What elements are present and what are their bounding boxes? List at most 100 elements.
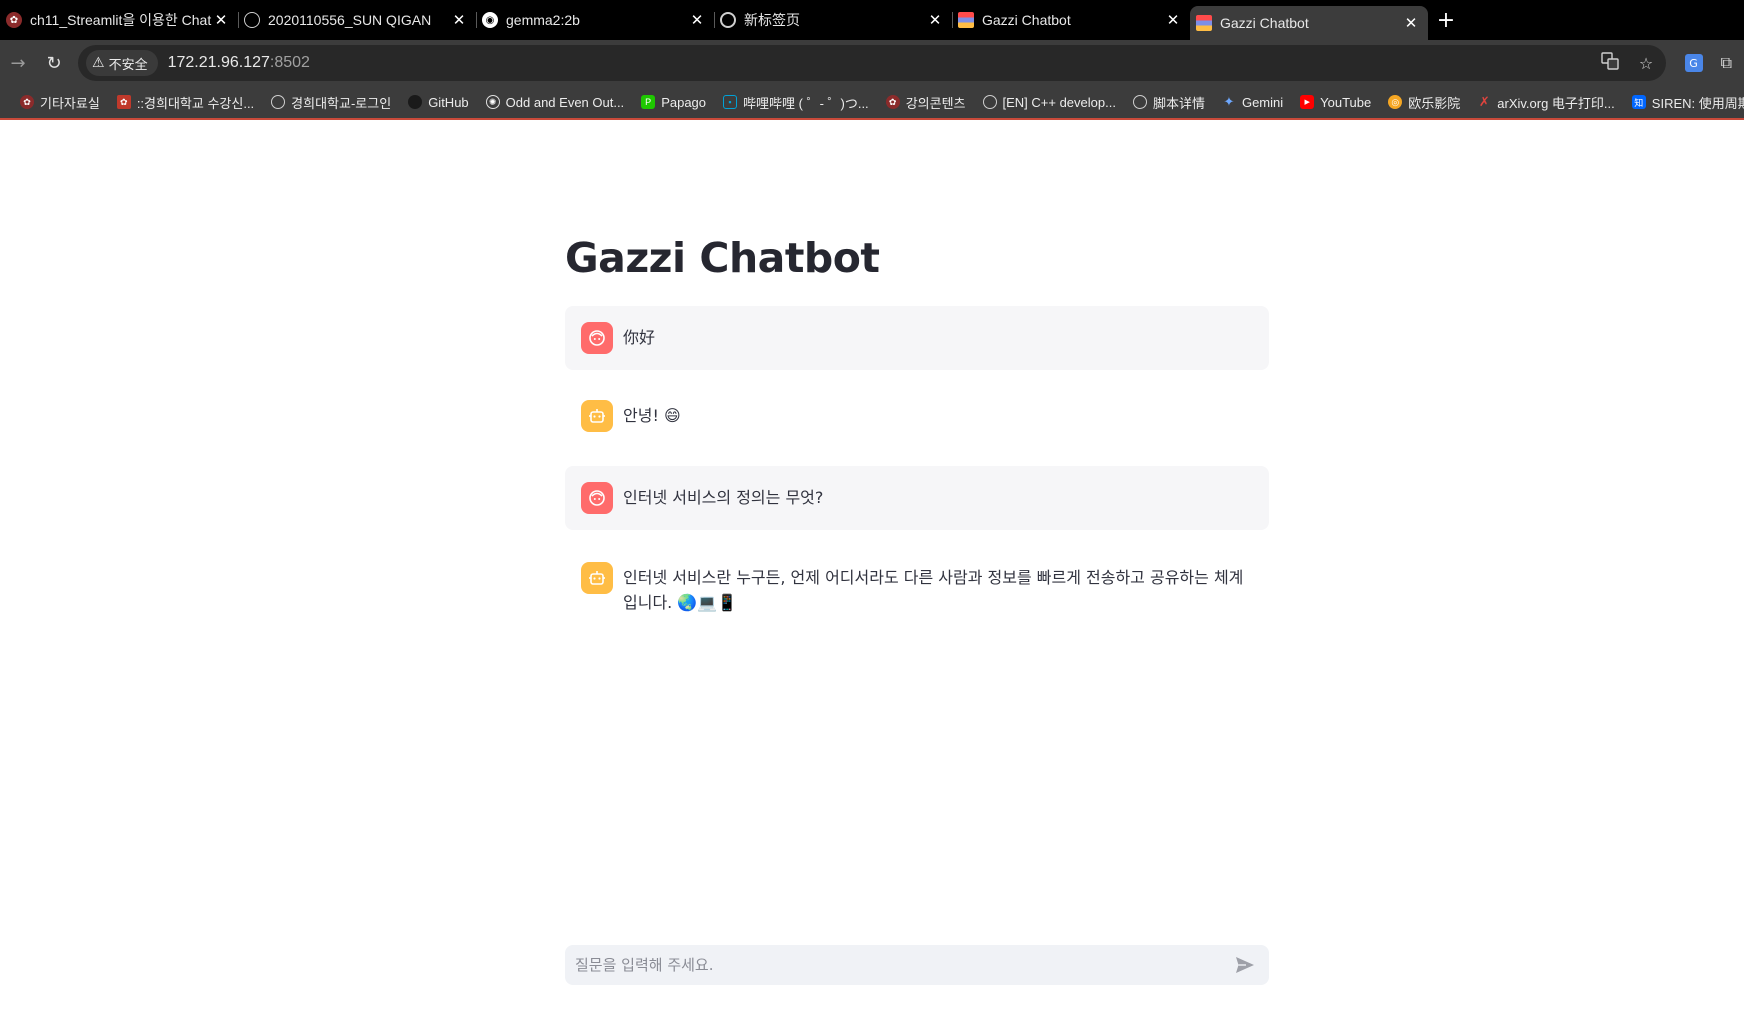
new-tab-button[interactable]: + bbox=[1428, 0, 1464, 40]
openai-icon: ✺ bbox=[485, 95, 500, 109]
olevod-icon: ◎ bbox=[1388, 95, 1403, 109]
browser-tab[interactable]: ✿ ch11_Streamlit을 이용한 Chatb ✕ bbox=[0, 0, 238, 40]
bookmark-item[interactable]: ◎ 欧乐影院 bbox=[1388, 93, 1460, 112]
bookmark-label: 강의콘텐츠 bbox=[905, 95, 966, 111]
extensions-icon[interactable]: ⧉ bbox=[1721, 53, 1732, 73]
bookmark-item[interactable]: 경희대학교-로그인 bbox=[271, 93, 391, 112]
bookmark-item[interactable]: ▪ 哔哩哔哩 ( ゜- ゜)つ... bbox=[723, 93, 869, 112]
bookmark-label: SIREN: 使用周期激 bbox=[1651, 95, 1744, 111]
translate-extension-icon[interactable]: G bbox=[1684, 54, 1703, 72]
globe-icon bbox=[982, 95, 997, 109]
message-text: 你好 bbox=[623, 328, 656, 347]
tab-close-icon[interactable]: ✕ bbox=[926, 11, 944, 29]
bookmark-item[interactable]: ▶ YouTube bbox=[1300, 95, 1371, 110]
browser-tab-active[interactable]: Gazzi Chatbot ✕ bbox=[1190, 6, 1428, 40]
bookmark-item[interactable]: ✿ 강의콘텐츠 bbox=[885, 93, 966, 112]
security-chip[interactable]: ⚠ 不安全 bbox=[86, 50, 158, 76]
gemini-icon: ✦ bbox=[1223, 94, 1235, 109]
globe-icon bbox=[271, 95, 286, 109]
tab-strip: ✿ ch11_Streamlit을 이용한 Chatb ✕ 2020110556… bbox=[0, 0, 1744, 40]
tab-title: Gazzi Chatbot bbox=[1220, 15, 1309, 31]
bookmark-item[interactable]: ✗ arXiv.org 电子打印... bbox=[1477, 93, 1615, 112]
tab-close-icon[interactable]: ✕ bbox=[450, 11, 468, 29]
bookmarks-bar: ✿ 기타자료실 ✿::경희대학교 수강신... 경희대학교-로그인 GitHub … bbox=[0, 86, 1744, 120]
chat-message-user: 인터넷 서비스의 정의는 무엇? bbox=[565, 466, 1269, 530]
send-button[interactable] bbox=[1233, 953, 1257, 977]
page-content: Gazzi Chatbot 你好 안녕! 😄 인터넷 서비스의 정의는 무엇? … bbox=[0, 122, 1744, 1031]
streamlit-icon bbox=[958, 12, 974, 28]
url-port: :8502 bbox=[269, 54, 310, 71]
bookmark-label: 脚本详情 bbox=[1152, 95, 1205, 111]
ollama-icon: ◉ bbox=[482, 12, 498, 28]
url-text[interactable]: 172.21.96.127:8502 bbox=[168, 54, 310, 72]
tab-title: 2020110556_SUN QIGAN bbox=[268, 12, 432, 28]
tab-close-icon[interactable]: ✕ bbox=[688, 11, 706, 29]
bookmark-label: [EN] C++ develop... bbox=[1002, 94, 1116, 110]
message-text: 안녕! 😄 bbox=[623, 406, 681, 425]
bookmark-label: GitHub bbox=[428, 94, 469, 110]
security-label: 不安全 bbox=[108, 57, 148, 73]
chat-input-bar bbox=[565, 945, 1269, 985]
chat-input[interactable] bbox=[575, 956, 1233, 974]
globe-icon bbox=[1132, 95, 1147, 109]
arxiv-icon: ✗ bbox=[1478, 94, 1490, 109]
bookmark-item[interactable]: ✺ Odd and Even Out... bbox=[485, 94, 625, 110]
globe-icon bbox=[244, 12, 260, 28]
bot-avatar-icon bbox=[581, 400, 613, 432]
chat-message-assistant: 인터넷 서비스란 누구든, 언제 어디서라도 다른 사람과 정보를 빠르게 전송… bbox=[565, 546, 1269, 634]
bilibili-icon: ▪ bbox=[723, 95, 738, 109]
url-host: 172.21.96.127 bbox=[167, 54, 270, 71]
message-text: 인터넷 서비스의 정의는 무엇? bbox=[623, 488, 824, 507]
tab-close-icon[interactable]: ✕ bbox=[1164, 11, 1182, 29]
bot-avatar-icon bbox=[581, 562, 613, 594]
reload-icon[interactable]: ↻ bbox=[36, 45, 72, 81]
bookmark-label: YouTube bbox=[1320, 94, 1372, 110]
send-icon bbox=[1236, 957, 1254, 973]
address-bar[interactable]: ⚠ 不安全 172.21.96.127:8502 ☆ bbox=[78, 45, 1666, 81]
tab-title: 新标签页 bbox=[744, 12, 800, 28]
bookmark-star-icon[interactable]: ☆ bbox=[1636, 54, 1656, 73]
browser-toolbar: → ↻ ⚠ 不安全 172.21.96.127:8502 ☆ G ⧉ bbox=[0, 40, 1744, 86]
youtube-icon: ▶ bbox=[1300, 95, 1315, 109]
browser-tab[interactable]: 新标签页 ✕ bbox=[714, 0, 952, 40]
bookmark-label: Odd and Even Out... bbox=[505, 94, 625, 110]
github-icon bbox=[408, 95, 423, 109]
khu-logo-icon: ✿ bbox=[20, 95, 34, 109]
bookmark-item[interactable]: 知 SIREN: 使用周期激 bbox=[1631, 93, 1744, 112]
khu-logo-icon: ✿ bbox=[885, 95, 900, 109]
bookmark-label: arXiv.org 电子打印... bbox=[1497, 95, 1615, 111]
bookmark-item[interactable]: P Papago bbox=[641, 95, 706, 110]
bookmark-label: 欧乐影院 bbox=[1408, 95, 1461, 111]
bookmark-item[interactable]: GitHub bbox=[408, 94, 469, 110]
bookmark-item[interactable]: ✿::경희대학교 수강신... bbox=[116, 93, 255, 112]
browser-tab[interactable]: 2020110556_SUN QIGAN ✕ bbox=[238, 0, 476, 40]
khu-logo-icon: ✿ bbox=[6, 12, 22, 28]
bookmark-item[interactable]: 脚本详情 bbox=[1132, 93, 1205, 112]
translate-page-icon[interactable] bbox=[1600, 52, 1620, 74]
user-avatar-icon bbox=[581, 482, 613, 514]
zhihu-icon: 知 bbox=[1631, 95, 1646, 109]
user-avatar-icon bbox=[581, 322, 613, 354]
tab-title: ch11_Streamlit을 이용한 Chatb bbox=[30, 12, 212, 28]
bookmark-label: ::경희대학교 수강신... bbox=[136, 95, 255, 111]
bookmark-label: 경희대학교-로그인 bbox=[291, 95, 392, 111]
bookmark-item[interactable]: ✦ Gemini bbox=[1222, 94, 1284, 110]
warning-icon: ⚠ bbox=[92, 55, 105, 71]
bookmark-label: Papago bbox=[661, 94, 707, 110]
browser-tab[interactable]: ◉ gemma2:2b ✕ bbox=[476, 0, 714, 40]
streamlit-icon bbox=[1196, 15, 1212, 31]
bookmark-item[interactable]: ✿ 기타자료실 bbox=[20, 93, 100, 112]
tab-close-icon[interactable]: ✕ bbox=[1402, 14, 1420, 32]
tab-title: gemma2:2b bbox=[506, 12, 580, 28]
tab-close-icon[interactable]: ✕ bbox=[212, 11, 230, 29]
browser-tab[interactable]: Gazzi Chatbot ✕ bbox=[952, 0, 1190, 40]
message-text: 인터넷 서비스란 누구든, 언제 어디서라도 다른 사람과 정보를 빠르게 전송… bbox=[623, 568, 1244, 612]
bookmark-label: Gemini bbox=[1241, 94, 1284, 110]
forward-icon[interactable]: → bbox=[0, 45, 36, 81]
bookmark-item[interactable]: [EN] C++ develop... bbox=[982, 94, 1116, 110]
chat-message-assistant: 안녕! 😄 bbox=[565, 384, 1269, 448]
tab-title: Gazzi Chatbot bbox=[982, 12, 1071, 28]
chat-message-user: 你好 bbox=[565, 306, 1269, 370]
khu-logo-icon: ✿ bbox=[116, 95, 131, 109]
bookmark-label: 哔哩哔哩 ( ゜- ゜)つ... bbox=[743, 95, 869, 111]
